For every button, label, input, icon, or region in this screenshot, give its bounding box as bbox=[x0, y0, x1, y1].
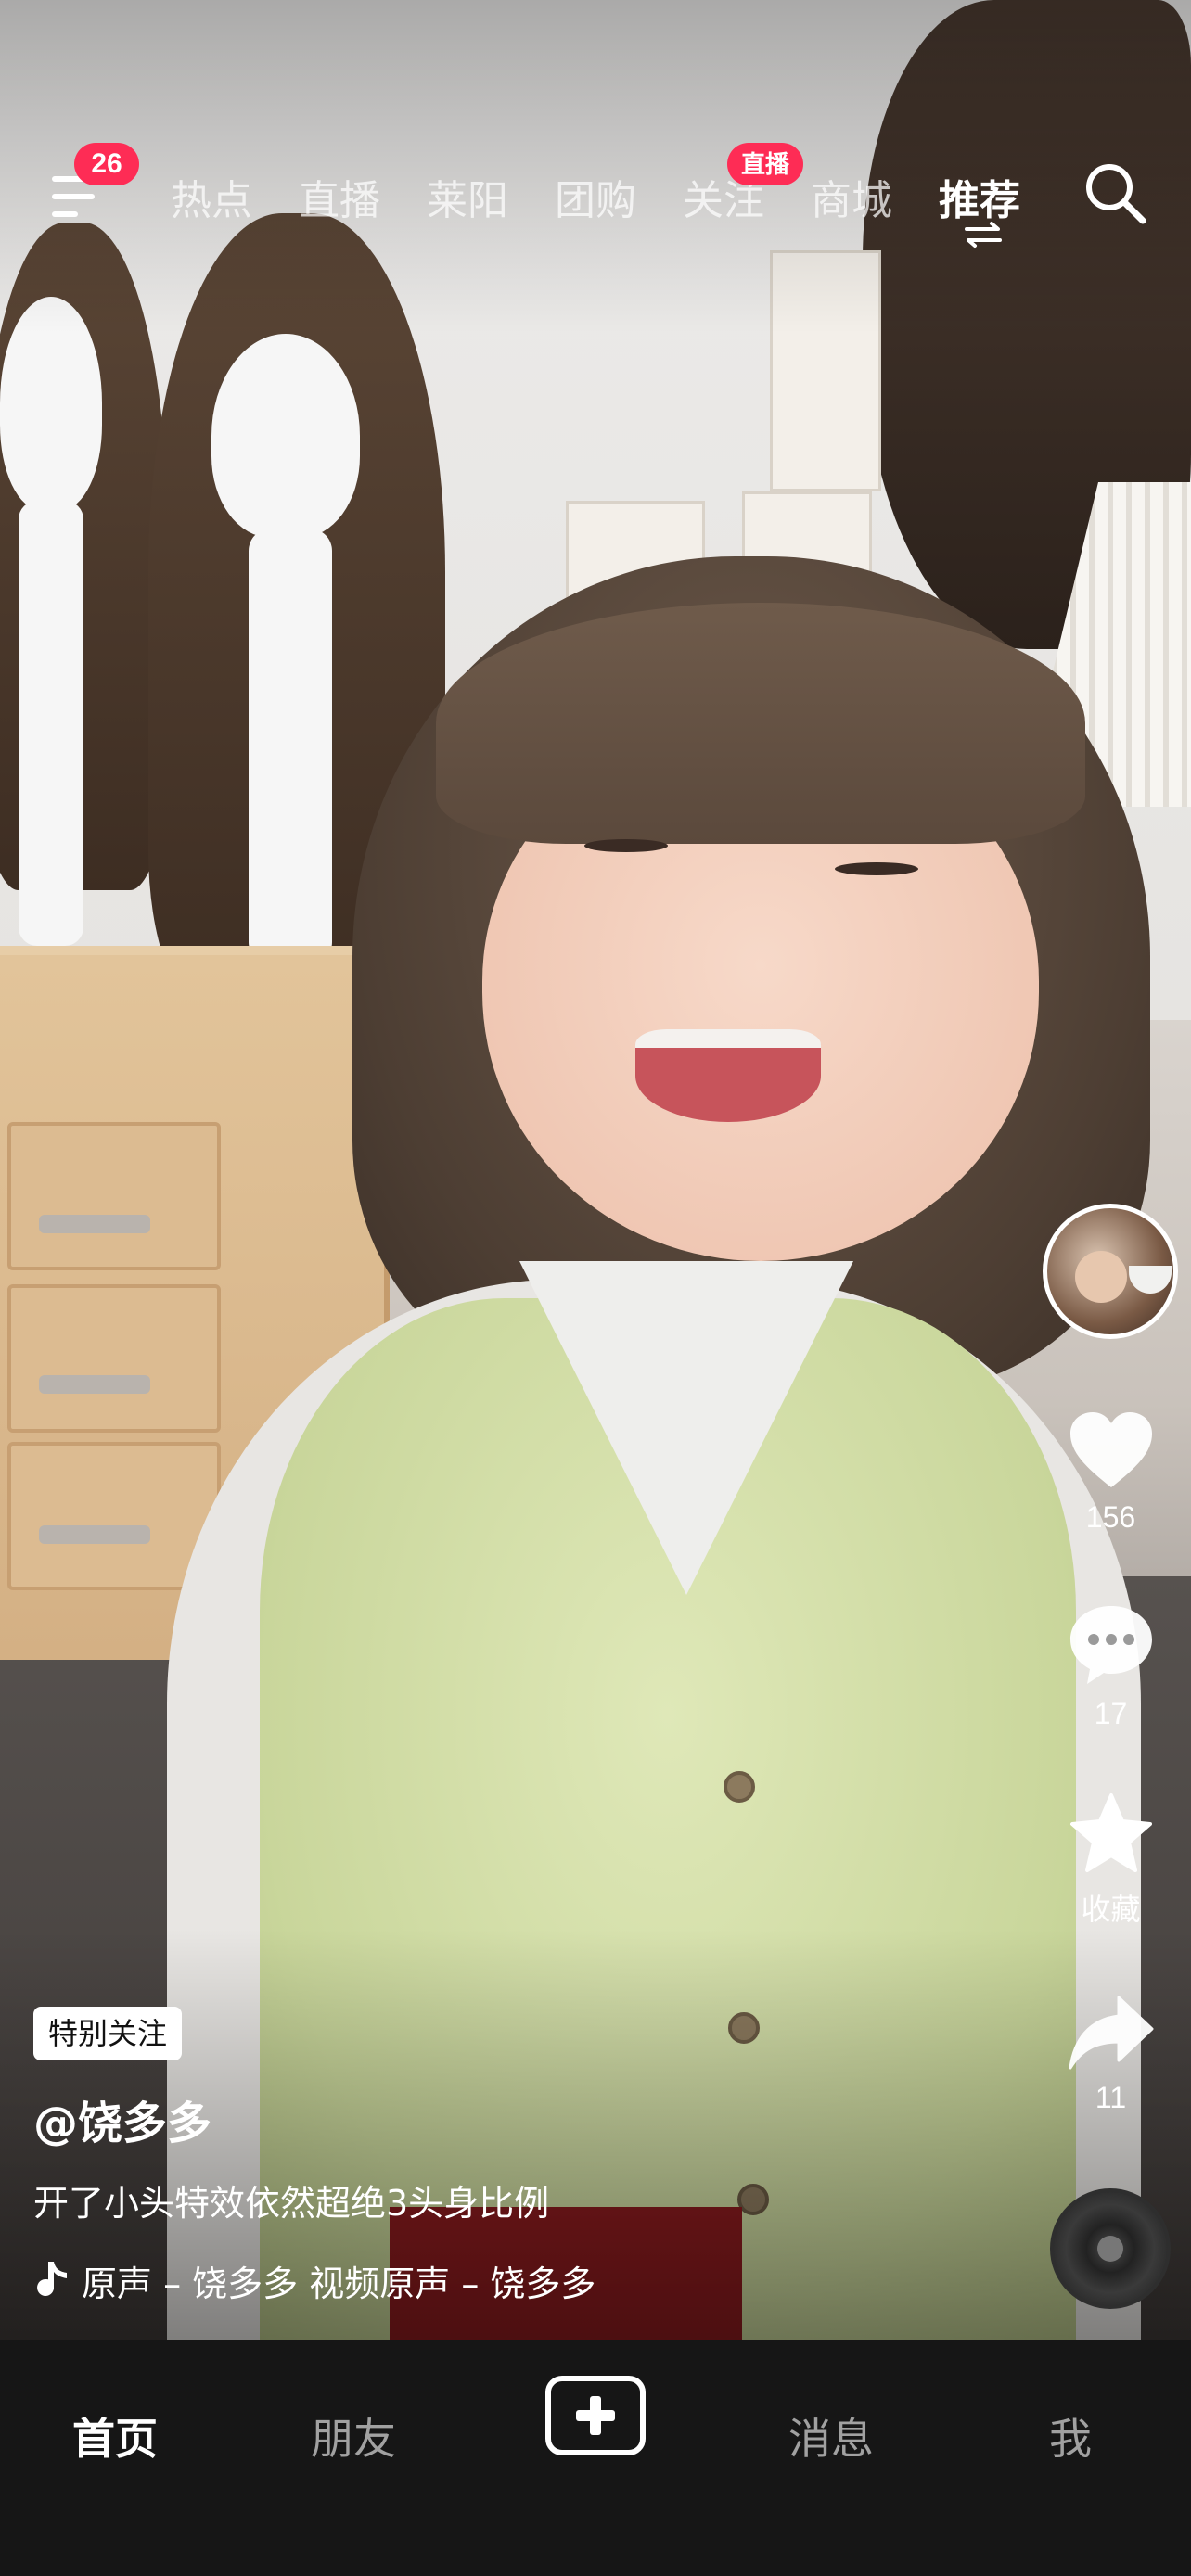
video-vest-button bbox=[724, 1771, 755, 1803]
author-name[interactable]: @饶多多 bbox=[33, 2086, 211, 2151]
comment-count: 17 bbox=[1094, 1697, 1128, 1730]
tab-live[interactable]: 直播 bbox=[299, 167, 380, 226]
music-disc-center bbox=[1097, 2236, 1123, 2262]
tab-home[interactable]: 首页 bbox=[72, 2405, 158, 2467]
comment-icon[interactable] bbox=[1067, 1602, 1156, 1688]
video-mannequin-neck bbox=[249, 529, 332, 964]
video-child-mouth bbox=[635, 1029, 821, 1122]
video-player[interactable] bbox=[0, 0, 1191, 2340]
share-action[interactable]: 11 bbox=[1039, 1992, 1183, 2115]
music-info[interactable]: 原声 – 饶多多 视频原声 – 饶多多 bbox=[33, 2255, 701, 2303]
top-nav: 26 热点 直播 莱阳 团购 关注 直播 商城 推荐 bbox=[0, 143, 1191, 248]
search-icon[interactable] bbox=[1082, 159, 1148, 226]
author-avatar[interactable] bbox=[1043, 1204, 1178, 1339]
tab-local[interactable]: 莱阳 bbox=[427, 167, 508, 226]
following-live-badge: 直播 bbox=[727, 143, 803, 185]
tab-mall[interactable]: 商城 bbox=[811, 167, 892, 226]
avatar-face bbox=[1075, 1251, 1127, 1303]
plus-icon-bar bbox=[590, 2396, 601, 2435]
share-count: 11 bbox=[1095, 2081, 1127, 2114]
video-description[interactable]: 开了小头特效依然超绝3头身比例 bbox=[33, 2174, 549, 2225]
tab-group-buy[interactable]: 团购 bbox=[555, 167, 636, 226]
special-follow-tag: 特别关注 bbox=[33, 2007, 183, 2060]
share-icon[interactable] bbox=[1067, 1992, 1156, 2072]
video-child-eye bbox=[584, 839, 668, 852]
comment-action[interactable]: 17 bbox=[1039, 1602, 1183, 1731]
tab-hot[interactable]: 热点 bbox=[171, 167, 252, 226]
heart-icon[interactable] bbox=[1067, 1409, 1156, 1491]
tab-friends[interactable]: 朋友 bbox=[311, 2405, 396, 2467]
video-drawer bbox=[7, 1122, 221, 1270]
tab-messages[interactable]: 消息 bbox=[788, 2405, 874, 2467]
favorite-label: 收藏 bbox=[1081, 1892, 1141, 1927]
notification-badge: 26 bbox=[74, 143, 139, 185]
avatar-bowl bbox=[1129, 1266, 1172, 1294]
bottom-tab-bar: 首页 朋友 消息 我 bbox=[0, 2340, 1191, 2576]
music-track: 原声 – 饶多多 视频原声 – 饶多多 bbox=[82, 2264, 596, 2303]
create-button[interactable] bbox=[545, 2376, 646, 2455]
video-mannequin-neck bbox=[19, 501, 83, 946]
tab-me[interactable]: 我 bbox=[1049, 2405, 1092, 2467]
tab-recommend[interactable]: 推荐 bbox=[939, 167, 1020, 226]
favorite-action[interactable]: 收藏 bbox=[1039, 1792, 1183, 1929]
star-icon[interactable] bbox=[1067, 1792, 1156, 1877]
video-drawer bbox=[7, 1284, 221, 1433]
menu-icon-bar bbox=[52, 211, 78, 217]
like-count: 156 bbox=[1085, 1500, 1136, 1534]
video-child-bangs bbox=[436, 603, 1085, 844]
like-action[interactable]: 156 bbox=[1039, 1409, 1183, 1535]
switch-arrows-icon[interactable] bbox=[963, 221, 1004, 249]
music-disc-icon[interactable] bbox=[1050, 2188, 1171, 2309]
video-mannequin bbox=[211, 334, 360, 538]
music-note-icon bbox=[37, 2262, 67, 2296]
video-child-eye bbox=[835, 862, 918, 875]
menu-icon-bar bbox=[52, 194, 95, 199]
